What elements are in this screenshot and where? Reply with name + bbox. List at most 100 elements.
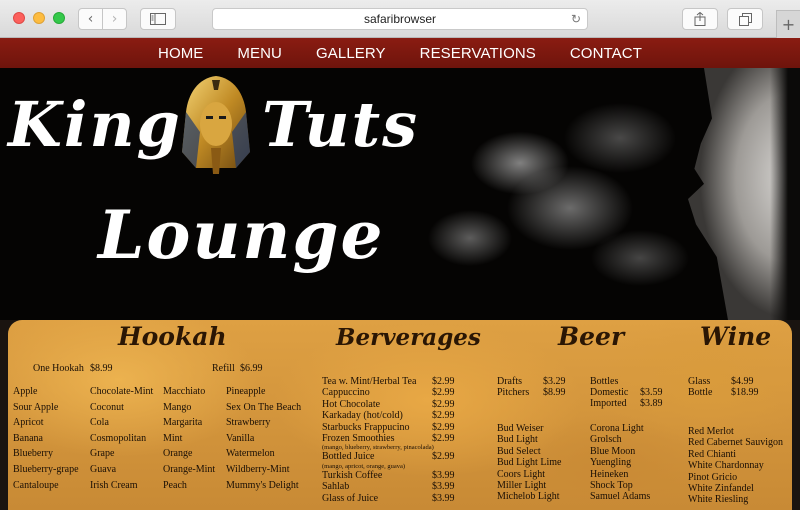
close-window-button[interactable] — [13, 12, 25, 24]
list-item: White Zinfandel — [688, 483, 754, 495]
list-item: Blue Moon — [590, 445, 636, 457]
item-price: $3.99 — [432, 469, 455, 481]
list-item: Samuel Adams — [590, 491, 651, 503]
nav-menu[interactable]: MENU — [220, 45, 299, 62]
item-name: Karkaday (hot/cold) — [322, 410, 403, 422]
list-item: White Chardonnay — [688, 460, 764, 472]
list-item: Vanilla — [226, 432, 255, 444]
one-hookah-label: One Hookah — [33, 363, 84, 374]
list-item: Shock Top — [590, 480, 633, 492]
address-bar[interactable]: safaribrowser ↻ — [212, 8, 588, 30]
list-item: Orange-Mint — [163, 463, 216, 475]
list-item: Pinot Gricio — [688, 471, 738, 483]
list-item: Blueberry — [13, 448, 53, 460]
imported-label: Imported — [590, 398, 627, 409]
item-price: $3.99 — [432, 492, 455, 504]
sidebar-button[interactable] — [140, 8, 176, 30]
show-tabs-button[interactable] — [727, 8, 763, 30]
menu-row: Frozen Smoothies $2.99 — [322, 433, 455, 444]
tabs-icon — [738, 12, 752, 26]
item-name: Cappuccino — [322, 387, 370, 399]
nav-reservations[interactable]: RESERVATIONS — [403, 45, 553, 62]
share-button[interactable] — [682, 8, 718, 30]
list-item: Apricot — [13, 417, 44, 429]
hookah-flavors-col4: Pineapple Sex On The Beach Strawberry Va… — [226, 384, 301, 493]
hair-shadow — [770, 68, 800, 320]
menu-row: Hot Chocolate $2.99 — [322, 399, 455, 410]
beverages-title: Berverages — [336, 324, 481, 351]
item-name: Glass of Juice — [322, 492, 379, 504]
forward-icon: › — [111, 11, 118, 27]
hookah-title: Hookah — [118, 322, 227, 351]
item-price: $2.99 — [432, 410, 455, 422]
list-item: Red Cabernet Sauvigon — [688, 437, 783, 449]
menu-note: (mango, apricot, orange, guava) — [322, 463, 455, 470]
hookah-flavors-col3: Macchiato Mango Margarita Mint Orange Or… — [163, 384, 215, 493]
item-name: Sahlab — [322, 481, 350, 493]
item-name: Tea w. Mint/Herbal Tea — [322, 376, 417, 387]
list-item: Coconut — [90, 401, 124, 413]
list-item: Yuengling — [590, 457, 632, 469]
logo-word-tuts: Tuts — [262, 88, 420, 161]
imported-price: $3.89 — [640, 398, 663, 409]
nav-home[interactable]: HOME — [141, 45, 220, 62]
list-item: Mango — [163, 401, 192, 413]
new-tab-button[interactable]: + — [776, 10, 800, 38]
back-button[interactable]: ‹ — [78, 8, 103, 30]
drafts-price: $3.29 — [543, 376, 566, 387]
beverages-list: Tea w. Mint/Herbal Tea $2.99 Cappuccino $2… — [322, 376, 455, 504]
list-item: Bud Light — [497, 434, 538, 446]
item-name: Hot Chocolate — [322, 398, 381, 410]
refill-label: Refill — [212, 363, 235, 374]
minimize-window-button[interactable] — [33, 12, 45, 24]
menu-row: Sahlab $3.99 — [322, 481, 455, 492]
refill-price: $6.99 — [240, 363, 263, 374]
item-name: Bottled Juice — [322, 451, 375, 463]
glass-label: Glass — [688, 376, 711, 387]
list-item: Sex On The Beach — [226, 401, 302, 413]
list-item: Grolsch — [590, 434, 622, 446]
domestic-price: $3.59 — [640, 387, 663, 398]
list-item: Cola — [90, 417, 109, 429]
back-icon: ‹ — [87, 11, 94, 27]
item-price: $2.99 — [432, 398, 455, 410]
list-item: Orange — [163, 448, 193, 460]
list-item: Peach — [163, 479, 187, 491]
item-name: Turkish Coffee — [322, 469, 383, 481]
menu-note: (mango, blueberry, strawberry, pinacolad… — [322, 444, 455, 451]
smoke-image — [410, 68, 710, 320]
one-hookah-price: $8.99 — [90, 363, 113, 374]
list-item: Blueberry-grape — [13, 463, 79, 475]
hero-banner: King Tuts Lounge — [0, 68, 800, 320]
menu-row: Cappuccino $2.99 — [322, 387, 455, 398]
list-item: Mint — [163, 432, 183, 444]
list-item: Macchiato — [163, 386, 206, 397]
list-item: Michelob Light — [497, 491, 560, 503]
item-price: $2.99 — [432, 387, 455, 399]
nav-contact[interactable]: CONTACT — [553, 45, 659, 62]
item-price: $2.99 — [432, 376, 455, 387]
list-item: Bud Select — [497, 445, 541, 457]
list-item: Bud Light Lime — [497, 457, 562, 469]
new-tab-icon: + — [781, 15, 796, 34]
pitchers-price: $8.99 — [543, 387, 566, 398]
list-item: Guava — [90, 463, 117, 475]
menu-row: Bottled Juice $2.99 — [322, 451, 455, 462]
wine-list: Red Merlot Red Cabernet Sauvigon Red Chi… — [688, 426, 783, 506]
item-price: $2.99 — [432, 451, 455, 463]
list-item: Pineapple — [226, 386, 266, 397]
nav-gallery[interactable]: GALLERY — [299, 45, 403, 62]
list-item: White Riesling — [688, 494, 749, 506]
reload-icon[interactable]: ↻ — [571, 12, 581, 26]
menu-row: Tea w. Mint/Herbal Tea $2.99 — [322, 376, 455, 387]
list-item: Margarita — [163, 417, 203, 429]
menu-row: Starbucks Frappucino $2.99 — [322, 422, 455, 433]
forward-button[interactable]: › — [102, 8, 127, 30]
menu-row: Karkaday (hot/cold) $2.99 — [322, 410, 455, 421]
item-note: (mango, blueberry, strawberry, pinacolad… — [322, 444, 434, 452]
item-price: $2.99 — [432, 433, 455, 445]
zoom-window-button[interactable] — [53, 12, 65, 24]
list-item: Sour Apple — [13, 401, 59, 413]
sidebar-icon — [150, 13, 166, 25]
list-item: Coors Light — [497, 468, 546, 480]
